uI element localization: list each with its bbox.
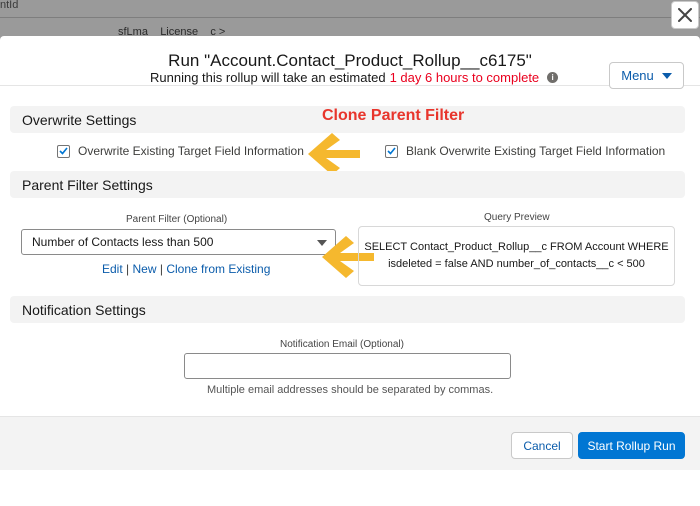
notification-email-label: Notification Email (Optional) — [280, 339, 404, 350]
parent-filter-value: Number of Contacts less than 500 — [32, 235, 214, 249]
query-line: isdeleted = false AND number_of_contacts… — [388, 258, 645, 270]
link-separator: | — [159, 262, 163, 276]
section-title: Notification Settings — [22, 301, 146, 318]
parent-filter-select[interactable]: Number of Contacts less than 500 — [21, 229, 336, 255]
checkmark-icon — [59, 147, 68, 155]
background-divider — [0, 17, 700, 18]
email-help-text: Multiple email addresses should be separ… — [207, 384, 494, 396]
blank-overwrite-checkbox[interactable] — [385, 144, 398, 158]
overwrite-checkbox[interactable] — [57, 144, 70, 158]
edit-link[interactable]: Edit — [102, 262, 123, 276]
notification-settings-header: Notification Settings — [10, 296, 685, 323]
close-icon — [678, 8, 692, 22]
estimate-prefix: Running this rollup will take an estimat… — [150, 70, 386, 85]
cancel-button[interactable]: Cancel — [511, 432, 573, 459]
info-icon[interactable]: i — [547, 72, 559, 83]
close-button[interactable] — [671, 1, 699, 29]
chevron-down-icon — [661, 72, 672, 79]
query-line: SELECT Contact_Product_Rollup__c FROM Ac… — [364, 241, 669, 253]
clone-from-existing-link[interactable]: Clone from Existing — [166, 262, 270, 276]
background-page — [0, 0, 700, 40]
section-title: Overwrite Settings — [22, 111, 137, 128]
blank-overwrite-label: Blank Overwrite Existing Target Field In… — [406, 144, 666, 158]
query-preview-label: Query Preview — [484, 212, 550, 223]
parent-filter-label: Parent Filter (Optional) — [126, 214, 228, 225]
menu-button-label: Menu — [621, 68, 654, 83]
link-separator: | — [126, 262, 130, 276]
menu-button[interactable]: Menu — [609, 62, 684, 89]
overwrite-option[interactable]: Overwrite Existing Target Field Informat… — [57, 144, 328, 158]
start-rollup-run-button[interactable]: Start Rollup Run — [578, 432, 685, 459]
query-preview: SELECT Contact_Product_Rollup__c FROM Ac… — [358, 226, 675, 286]
estimate-text: Running this rollup will take an estimat… — [150, 70, 559, 85]
parent-filter-settings-header: Parent Filter Settings — [10, 171, 685, 198]
overwrite-label: Overwrite Existing Target Field Informat… — [78, 144, 304, 158]
new-link[interactable]: New — [133, 262, 157, 276]
notification-email-input[interactable] — [184, 353, 511, 379]
annotation-title: Clone Parent Filter — [322, 107, 465, 124]
blank-overwrite-option[interactable]: Blank Overwrite Existing Target Field In… — [385, 144, 665, 158]
estimate-duration: 1 day 6 hours to complete — [389, 70, 540, 85]
section-title: Parent Filter Settings — [22, 176, 153, 193]
filter-links: Edit | New | Clone from Existing — [102, 262, 270, 276]
checkmark-icon — [387, 147, 396, 155]
background-text: ntId — [0, 0, 19, 11]
